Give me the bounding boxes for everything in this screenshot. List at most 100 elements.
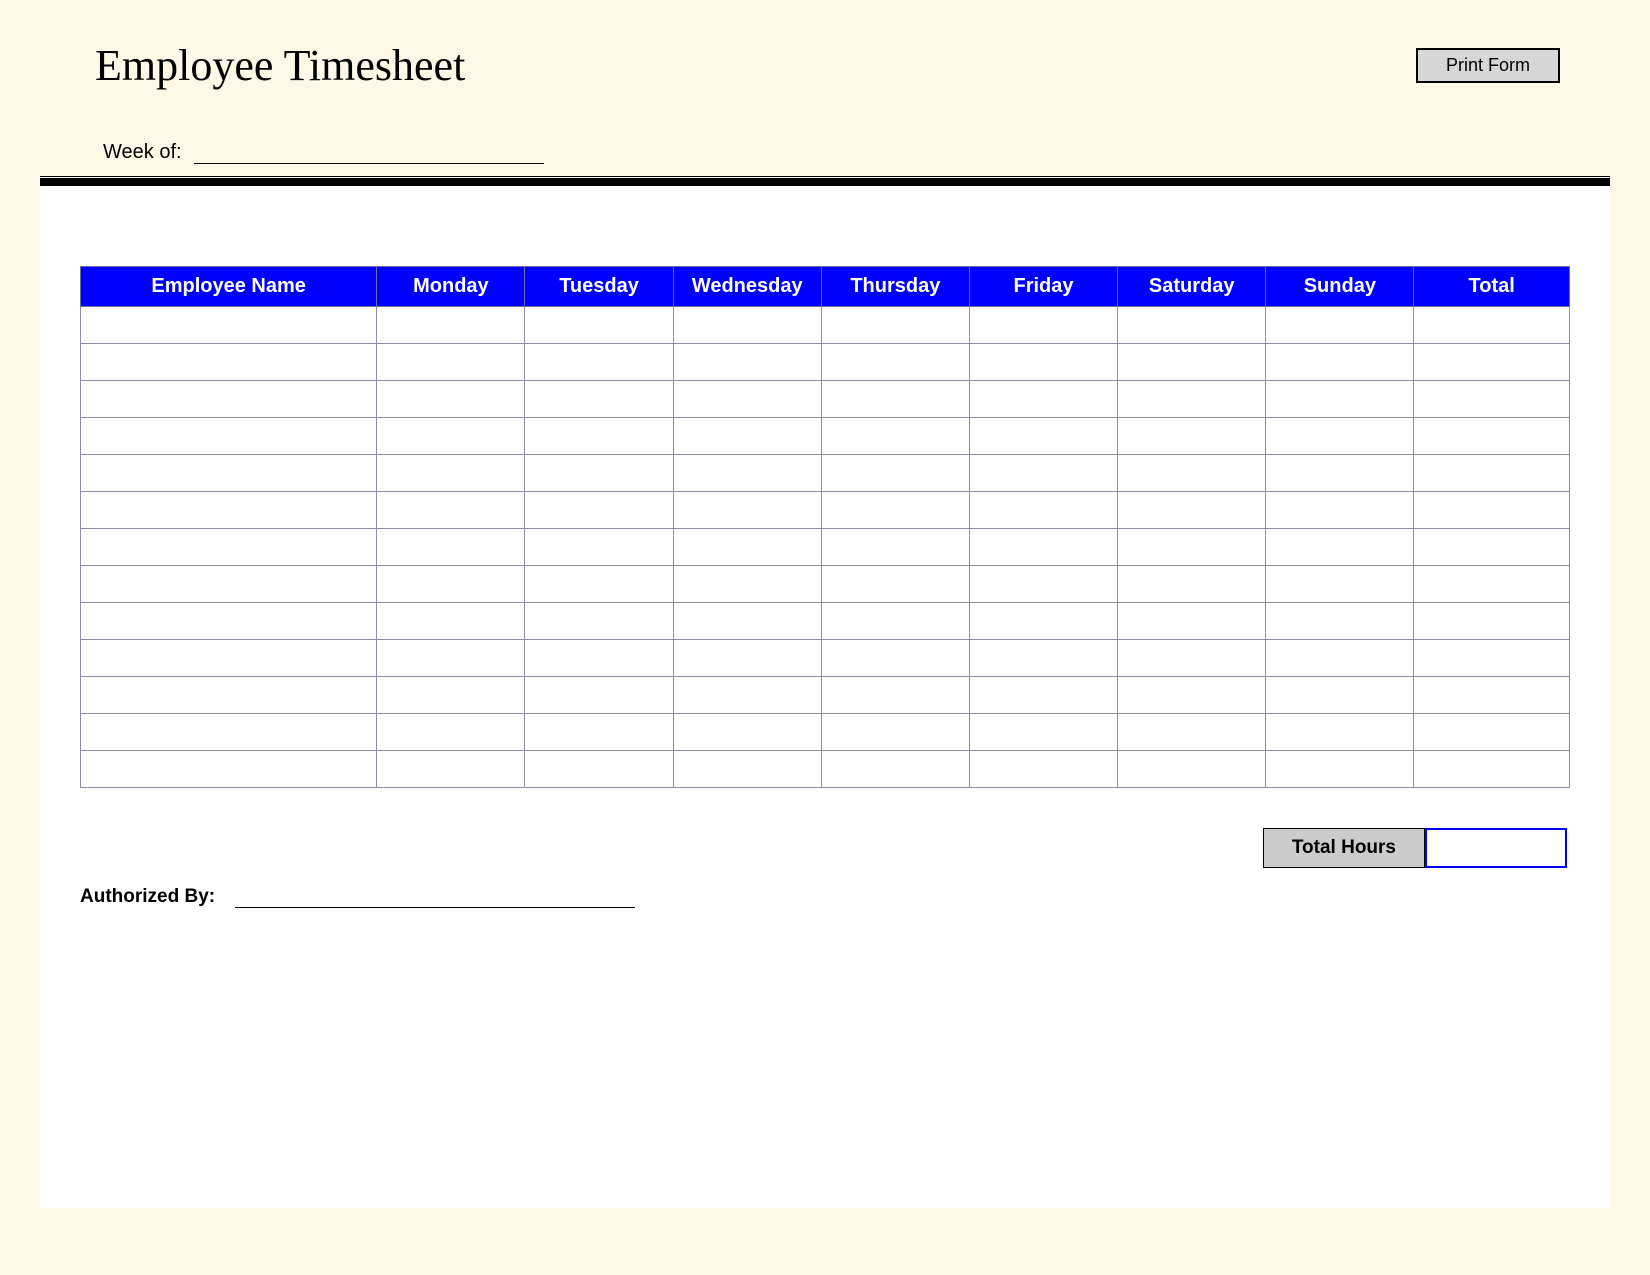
table-cell-input[interactable] <box>1266 381 1413 417</box>
table-cell-input[interactable] <box>1414 603 1569 639</box>
table-cell-input[interactable] <box>1118 418 1265 454</box>
table-cell-input[interactable] <box>674 529 821 565</box>
table-cell-input[interactable] <box>525 344 672 380</box>
table-cell-input[interactable] <box>1414 455 1569 491</box>
table-cell-input[interactable] <box>1266 677 1413 713</box>
table-cell-input[interactable] <box>81 677 376 713</box>
table-cell-input[interactable] <box>81 455 376 491</box>
table-cell-input[interactable] <box>525 307 672 343</box>
table-cell-input[interactable] <box>1118 714 1265 750</box>
table-cell-input[interactable] <box>1266 344 1413 380</box>
table-cell-input[interactable] <box>1414 418 1569 454</box>
table-cell-input[interactable] <box>1414 307 1569 343</box>
table-cell-input[interactable] <box>377 566 524 602</box>
table-cell-input[interactable] <box>525 418 672 454</box>
table-cell-input[interactable] <box>377 381 524 417</box>
table-cell-input[interactable] <box>970 677 1117 713</box>
table-cell-input[interactable] <box>1414 677 1569 713</box>
table-cell-input[interactable] <box>822 529 969 565</box>
table-cell-input[interactable] <box>674 344 821 380</box>
table-cell-input[interactable] <box>377 529 524 565</box>
table-cell-input[interactable] <box>970 307 1117 343</box>
table-cell-input[interactable] <box>970 492 1117 528</box>
table-cell-input[interactable] <box>377 307 524 343</box>
table-cell-input[interactable] <box>377 344 524 380</box>
table-cell-input[interactable] <box>1414 640 1569 676</box>
table-cell-input[interactable] <box>1118 307 1265 343</box>
table-cell-input[interactable] <box>525 751 672 787</box>
table-cell-input[interactable] <box>674 418 821 454</box>
total-hours-input[interactable] <box>1427 838 1565 859</box>
table-cell-input[interactable] <box>525 677 672 713</box>
print-form-button[interactable]: Print Form <box>1416 48 1560 83</box>
table-cell-input[interactable] <box>81 566 376 602</box>
table-cell-input[interactable] <box>822 714 969 750</box>
table-cell-input[interactable] <box>525 492 672 528</box>
table-cell-input[interactable] <box>1118 751 1265 787</box>
table-cell-input[interactable] <box>674 714 821 750</box>
table-cell-input[interactable] <box>970 603 1117 639</box>
table-cell-input[interactable] <box>1266 640 1413 676</box>
table-cell-input[interactable] <box>377 640 524 676</box>
table-cell-input[interactable] <box>81 492 376 528</box>
table-cell-input[interactable] <box>81 381 376 417</box>
table-cell-input[interactable] <box>377 492 524 528</box>
table-cell-input[interactable] <box>377 455 524 491</box>
table-cell-input[interactable] <box>81 751 376 787</box>
table-cell-input[interactable] <box>970 751 1117 787</box>
table-cell-input[interactable] <box>81 603 376 639</box>
table-cell-input[interactable] <box>81 418 376 454</box>
table-cell-input[interactable] <box>822 751 969 787</box>
table-cell-input[interactable] <box>1118 529 1265 565</box>
table-cell-input[interactable] <box>822 418 969 454</box>
table-cell-input[interactable] <box>1414 492 1569 528</box>
table-cell-input[interactable] <box>970 418 1117 454</box>
table-cell-input[interactable] <box>525 381 672 417</box>
table-cell-input[interactable] <box>1118 492 1265 528</box>
table-cell-input[interactable] <box>525 529 672 565</box>
table-cell-input[interactable] <box>1118 566 1265 602</box>
table-cell-input[interactable] <box>1118 603 1265 639</box>
table-cell-input[interactable] <box>525 640 672 676</box>
table-cell-input[interactable] <box>525 455 672 491</box>
table-cell-input[interactable] <box>674 381 821 417</box>
table-cell-input[interactable] <box>674 307 821 343</box>
table-cell-input[interactable] <box>674 603 821 639</box>
table-cell-input[interactable] <box>1266 492 1413 528</box>
table-cell-input[interactable] <box>81 714 376 750</box>
table-cell-input[interactable] <box>1266 714 1413 750</box>
table-cell-input[interactable] <box>674 751 821 787</box>
table-cell-input[interactable] <box>1118 455 1265 491</box>
table-cell-input[interactable] <box>81 344 376 380</box>
table-cell-input[interactable] <box>1414 381 1569 417</box>
table-cell-input[interactable] <box>1266 566 1413 602</box>
table-cell-input[interactable] <box>525 566 672 602</box>
table-cell-input[interactable] <box>674 677 821 713</box>
table-cell-input[interactable] <box>674 566 821 602</box>
table-cell-input[interactable] <box>822 603 969 639</box>
table-cell-input[interactable] <box>377 418 524 454</box>
table-cell-input[interactable] <box>1118 640 1265 676</box>
table-cell-input[interactable] <box>674 640 821 676</box>
table-cell-input[interactable] <box>1266 307 1413 343</box>
table-cell-input[interactable] <box>1414 566 1569 602</box>
table-cell-input[interactable] <box>1266 751 1413 787</box>
table-cell-input[interactable] <box>822 492 969 528</box>
table-cell-input[interactable] <box>525 603 672 639</box>
table-cell-input[interactable] <box>822 677 969 713</box>
table-cell-input[interactable] <box>81 529 376 565</box>
table-cell-input[interactable] <box>1266 529 1413 565</box>
table-cell-input[interactable] <box>674 455 821 491</box>
table-cell-input[interactable] <box>1266 418 1413 454</box>
table-cell-input[interactable] <box>81 307 376 343</box>
table-cell-input[interactable] <box>1414 751 1569 787</box>
table-cell-input[interactable] <box>377 751 524 787</box>
table-cell-input[interactable] <box>822 344 969 380</box>
table-cell-input[interactable] <box>1266 455 1413 491</box>
table-cell-input[interactable] <box>674 492 821 528</box>
table-cell-input[interactable] <box>970 566 1117 602</box>
table-cell-input[interactable] <box>822 640 969 676</box>
table-cell-input[interactable] <box>377 714 524 750</box>
table-cell-input[interactable] <box>1266 603 1413 639</box>
table-cell-input[interactable] <box>970 381 1117 417</box>
